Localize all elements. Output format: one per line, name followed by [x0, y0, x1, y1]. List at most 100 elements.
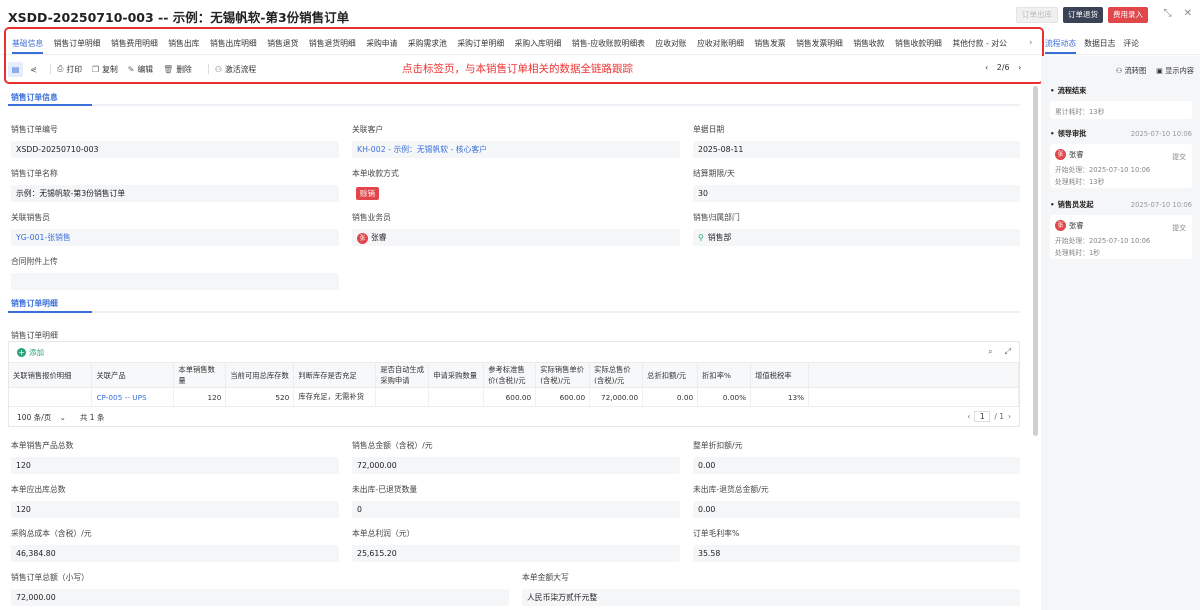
summary-return-qty: 未出库-已退货数量 0 [352, 484, 680, 518]
show-content-button[interactable]: ▣ 显示内容 [1156, 66, 1194, 76]
table-cell: 520 [225, 387, 295, 407]
tab-bar: ‹ 基础信息 销售订单明细 销售费用明细 销售出库 销售出库明细 销售退货 销售退货明细 采购… [0, 34, 1040, 54]
flow-step-name: 领导审批 [1050, 129, 1087, 139]
annotation-text: 点击标签页，与本销售订单相关的数据全链路跟踪 [402, 63, 633, 75]
chevron-down-icon: ⌄ [59, 412, 66, 422]
table-header-cell: 增值税税率 [750, 362, 810, 388]
page-size-select[interactable]: 100 条/页 ⌄ [17, 412, 66, 423]
tab-item[interactable]: 销售发票明细 [796, 34, 843, 54]
flow-step-card: 张张睿 提交 开始处理：2025-07-10 10:06 处理耗时：13秒 [1050, 144, 1192, 188]
table-header-cell: 折扣率% [697, 362, 752, 388]
order-return-button[interactable]: 订单退货 [1063, 7, 1103, 23]
right-tab-item[interactable]: 数据日志 [1084, 34, 1115, 54]
date-field: 单据日期 2025-08-11 [693, 124, 1020, 158]
tab-item[interactable]: 采购申请 [366, 34, 397, 54]
tab-item[interactable]: 销售发票 [754, 34, 785, 54]
org-chart-icon: ⚲ [698, 233, 704, 242]
prev-page-icon[interactable]: ‹ [967, 412, 970, 421]
tab-item[interactable]: 采购入库明细 [515, 34, 562, 54]
next-record-icon[interactable]: › [1018, 63, 1021, 72]
table-cell: 0.00 [642, 387, 699, 407]
tab-item[interactable]: 采购订单明细 [457, 34, 504, 54]
customer-link[interactable]: KH-002 - 示例：无锡帆软 - 核心客户 [352, 141, 680, 158]
main-scrollbar[interactable] [1033, 86, 1038, 436]
close-icon[interactable]: ✕ [1184, 8, 1192, 19]
tab-scroll-left-icon[interactable]: ‹ [3, 38, 7, 48]
attachment-upload[interactable] [11, 273, 339, 290]
tab-item[interactable]: 销售收款明细 [895, 34, 942, 54]
salesman-link[interactable]: YG-001-张销售 [11, 229, 339, 246]
header: XSDD-20250710-003 -- 示例：无锡帆软-第3份销售订单 订单出… [0, 0, 1200, 30]
table-header-cell: 当前可用总库存数 [225, 362, 295, 388]
table-row[interactable]: CP-005 -- UPS 120 520 库存充足，无需补货 600.00 600.00… [9, 387, 1019, 407]
order-name-field: 销售订单名称 示例：无锡帆软-第3份销售订单 [11, 168, 339, 202]
copy-icon: ❐ [92, 64, 100, 74]
next-page-icon[interactable]: › [1008, 412, 1011, 421]
table-header-cell: 是否自动生成采购申请 [375, 362, 430, 388]
activate-flow-button[interactable]: ⚇ 激活流程 [215, 64, 256, 75]
flowchart-icon: ⚇ [1115, 66, 1123, 75]
order-outbound-button[interactable]: 订单出库 [1016, 7, 1058, 23]
detail-grid: 关联销售报价明细 关联产品 本单销售数量 当前可用总库存数 判断库存是否充足 是否自动生成… [9, 362, 1019, 407]
summary-sales-amount: 销售总金额（含税）/元 72,000.00 [352, 440, 680, 474]
record-pager: ‹ 2/6 › [985, 63, 1022, 72]
edit-button[interactable]: ✎ 编辑 [128, 64, 153, 75]
attachment-field: 合同附件上传 [11, 256, 339, 290]
print-button[interactable]: ⎙ 打印 [57, 64, 82, 75]
detail-table: + 添加 ⌕ ⤢ 关联销售报价明细 关联产品 本单销售数量 当前可用总库存数 判断库存是否… [8, 341, 1020, 427]
flow-step-card: 张张睿 提交 开始处理：2025-07-10 10:06 处理耗时：1秒 [1050, 215, 1192, 259]
table-cell: 13% [750, 387, 810, 407]
content-icon: ▣ [1156, 66, 1163, 75]
summary-margin: 订单毛利率% 35.58 [693, 528, 1020, 562]
search-icon[interactable]: ⌕ [988, 347, 992, 357]
tab-item[interactable]: 销售收款 [853, 34, 884, 54]
table-header-cell: 实际销售单价(含税)/元 [535, 362, 591, 388]
form-view-icon[interactable]: ▤ [8, 61, 23, 77]
summary-purchase-cost: 采购总成本（含税）/元 46,384.80 [11, 528, 339, 562]
tab-item[interactable]: 销售订单明细 [54, 34, 101, 54]
plus-icon: + [17, 347, 26, 357]
total-count: 共 1 条 [79, 412, 105, 422]
tab-item[interactable]: 应收对账 [655, 34, 686, 54]
table-header-cell: 总折扣额/元 [642, 362, 699, 388]
table-cell: 库存充足，无需补货 [293, 387, 377, 407]
customer-field: 关联客户 KH-002 - 示例：无锡帆软 - 核心客户 [352, 124, 680, 158]
table-cell [375, 387, 430, 407]
tab-item[interactable]: 销售费用明细 [111, 34, 158, 54]
right-tab-item[interactable]: 评论 [1123, 34, 1139, 54]
flow-end-card: 累计耗时：13秒 [1050, 101, 1192, 119]
flowchart-button[interactable]: ⚇ 流转图 [1116, 66, 1146, 76]
table-header-cell: 关联销售报价明细 [9, 362, 93, 388]
tab-item[interactable]: 销售-应收账款明细表 [572, 34, 645, 54]
add-row-button[interactable]: + 添加 [17, 347, 44, 358]
prev-record-icon[interactable]: ‹ [985, 63, 988, 72]
fullscreen-icon[interactable]: ⤢ [1005, 347, 1011, 357]
table-header-cell: 判断库存是否充足 [293, 362, 377, 388]
tab-item[interactable]: 销售退货明细 [309, 34, 356, 54]
trash-icon: 🗑 [163, 64, 174, 74]
tab-item[interactable]: 应收对账明细 [697, 34, 744, 54]
page-input[interactable]: 1 [974, 411, 991, 422]
salesman-field: 关联销售员 YG-001-张销售 [11, 212, 339, 246]
tab-item[interactable]: 采购需求池 [408, 34, 447, 54]
right-tab-item[interactable]: 流程动态 [1045, 34, 1077, 54]
printer-icon: ⎙ [57, 64, 64, 73]
tab-item[interactable]: 其他付款 - 对公 [952, 34, 1007, 54]
delete-button[interactable]: 🗑 删除 [163, 64, 192, 75]
table-cell: 0.00% [697, 387, 752, 407]
payment-field: 本单收款方式 赊销 [352, 168, 680, 202]
tab-item[interactable]: 基础信息 [12, 34, 44, 54]
section-order-detail: 销售订单明细 [11, 299, 58, 308]
table-header-cell: 参考标准售价(含税)/元 [483, 362, 537, 388]
tab-item[interactable]: 销售出库 [168, 34, 199, 54]
tab-scroll-right-icon[interactable]: › [1029, 38, 1033, 48]
tab-item[interactable]: 销售退货 [267, 34, 298, 54]
edit-icon: ✎ [127, 64, 135, 74]
copy-button[interactable]: ❐ 复制 [92, 64, 118, 75]
table-header-cell: 实际总售价(含税)/元 [589, 362, 644, 388]
product-link[interactable]: CP-005 -- UPS [91, 387, 175, 407]
collapse-icon[interactable]: ⤡ [1164, 8, 1172, 19]
share-icon[interactable]: ⋞ [26, 62, 41, 77]
expense-entry-button[interactable]: 费用录入 [1108, 7, 1148, 23]
tab-item[interactable]: 销售出库明细 [210, 34, 257, 54]
